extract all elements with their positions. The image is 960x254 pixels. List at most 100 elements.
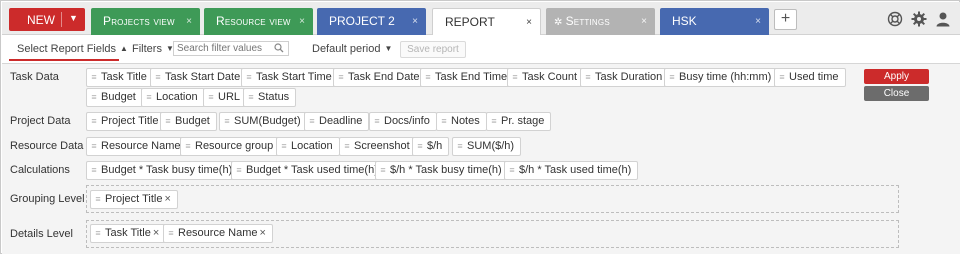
drag-handle-icon[interactable]: ≡ bbox=[413, 138, 427, 155]
tab-project-2[interactable]: PROJECT 2 × bbox=[317, 8, 426, 35]
apply-button[interactable]: Apply bbox=[864, 69, 929, 84]
drag-handle-icon[interactable]: ≡ bbox=[508, 69, 522, 86]
drag-handle-icon[interactable]: ≡ bbox=[87, 89, 101, 106]
details-chip[interactable]: ≡ Resource Name × bbox=[163, 224, 273, 243]
drag-handle-icon[interactable]: ≡ bbox=[487, 113, 501, 130]
drag-handle-icon[interactable]: ≡ bbox=[151, 69, 165, 86]
close-icon[interactable]: × bbox=[186, 16, 192, 27]
field-label: Busy time (hh:mm) bbox=[679, 71, 772, 83]
field-label: $/h * Task used time(h) bbox=[519, 164, 632, 176]
close-icon[interactable]: × bbox=[755, 16, 761, 27]
drag-handle-icon[interactable]: ≡ bbox=[91, 225, 105, 242]
close-icon[interactable]: × bbox=[412, 16, 418, 27]
field-chip[interactable]: ≡ Budget bbox=[160, 112, 217, 131]
field-chip[interactable]: ≡ Deadline bbox=[304, 112, 370, 131]
field-chip[interactable]: ≡ Busy time (hh:mm) bbox=[664, 68, 779, 87]
tab-projects-view[interactable]: Projects view × bbox=[91, 8, 200, 35]
grouping-chip[interactable]: ≡ Project Title × bbox=[90, 190, 178, 209]
close-button[interactable]: Close bbox=[864, 86, 929, 101]
drag-handle-icon[interactable]: ≡ bbox=[453, 138, 467, 155]
add-tab-button[interactable]: + bbox=[774, 9, 797, 30]
drag-handle-icon[interactable]: ≡ bbox=[775, 69, 789, 86]
caret-down-icon[interactable]: ▼ bbox=[69, 13, 78, 23]
grouping-level-dropzone[interactable] bbox=[86, 185, 899, 213]
drag-handle-icon[interactable]: ≡ bbox=[421, 69, 435, 86]
field-label: Pr. stage bbox=[501, 115, 545, 127]
field-chip[interactable]: ≡ SUM($/h) bbox=[452, 137, 522, 156]
drag-handle-icon[interactable]: ≡ bbox=[181, 138, 195, 155]
help-lifebuoy-icon[interactable] bbox=[887, 11, 903, 27]
drag-handle-icon[interactable]: ≡ bbox=[164, 225, 178, 242]
drag-handle-icon[interactable]: ≡ bbox=[87, 69, 101, 86]
field-chip[interactable]: ≡ Docs/info bbox=[369, 112, 437, 131]
drag-handle-icon[interactable]: ≡ bbox=[376, 162, 390, 179]
remove-icon[interactable]: × bbox=[259, 227, 265, 239]
field-chip[interactable]: ≡ Resource group bbox=[180, 137, 281, 156]
field-chip[interactable]: ≡ Budget * Task busy time(h) bbox=[86, 161, 240, 180]
close-icon[interactable]: × bbox=[641, 16, 647, 27]
field-chip[interactable]: ≡ Resource Name bbox=[86, 137, 188, 156]
new-button[interactable]: NEW ▼ bbox=[9, 8, 85, 31]
filters-menu[interactable]: Filters ▼ bbox=[132, 43, 174, 55]
field-chip[interactable]: ≡ $/h * Task busy time(h) bbox=[375, 161, 509, 180]
field-chip[interactable]: ≡ $/h bbox=[412, 137, 450, 156]
user-icon[interactable] bbox=[935, 11, 951, 27]
field-chip[interactable]: ≡ Task End Date bbox=[333, 68, 427, 87]
drag-handle-icon[interactable]: ≡ bbox=[244, 89, 258, 106]
drag-handle-icon[interactable]: ≡ bbox=[87, 162, 101, 179]
field-chip[interactable]: ≡ Notes bbox=[436, 112, 487, 131]
drag-handle-icon[interactable]: ≡ bbox=[334, 69, 348, 86]
field-chip[interactable]: ≡ Project Title bbox=[86, 112, 166, 131]
field-chip[interactable]: ≡ $/h * Task used time(h) bbox=[504, 161, 639, 180]
field-chip[interactable]: ≡ Budget * Task used time(h) bbox=[231, 161, 385, 180]
gear-icon[interactable] bbox=[911, 11, 927, 27]
field-chip[interactable]: ≡ Task Count bbox=[507, 68, 585, 87]
field-chip[interactable]: ≡ Budget bbox=[86, 88, 143, 107]
drag-handle-icon[interactable]: ≡ bbox=[87, 113, 101, 130]
drag-handle-icon[interactable]: ≡ bbox=[505, 162, 519, 179]
filter-search-field[interactable] bbox=[173, 41, 289, 56]
select-report-fields-menu[interactable]: Select Report Fields ▲ bbox=[17, 43, 128, 55]
field-chip[interactable]: ≡ Task End Time bbox=[420, 68, 515, 87]
field-chip[interactable]: ≡ Task Duration bbox=[580, 68, 670, 87]
field-chip[interactable]: ≡ Used time bbox=[774, 68, 846, 87]
remove-icon[interactable]: × bbox=[164, 193, 170, 205]
remove-icon[interactable]: × bbox=[153, 227, 159, 239]
filter-search-input[interactable] bbox=[174, 42, 270, 55]
tab-bar: NEW ▼ Projects view × Resource view × PR… bbox=[2, 2, 960, 36]
field-chip[interactable]: ≡ Task Start Time bbox=[241, 68, 339, 87]
tab-hsk[interactable]: HSK × bbox=[660, 8, 769, 35]
drag-handle-icon[interactable]: ≡ bbox=[87, 138, 101, 155]
field-chip[interactable]: ≡ URL bbox=[203, 88, 248, 107]
field-chip[interactable]: ≡ Location bbox=[141, 88, 205, 107]
drag-handle-icon[interactable]: ≡ bbox=[204, 89, 218, 106]
field-chip[interactable]: ≡ Pr. stage bbox=[486, 112, 552, 131]
default-period-menu[interactable]: Default period ▼ bbox=[312, 43, 392, 55]
drag-handle-icon[interactable]: ≡ bbox=[242, 69, 256, 86]
drag-handle-icon[interactable]: ≡ bbox=[232, 162, 246, 179]
field-chip[interactable]: ≡ Status bbox=[243, 88, 297, 107]
close-icon[interactable]: × bbox=[526, 17, 532, 28]
save-report-button[interactable]: Save report bbox=[400, 41, 466, 58]
field-chip[interactable]: ≡ Screenshot bbox=[339, 137, 417, 156]
field-chip[interactable]: ≡ Task Start Date bbox=[150, 68, 248, 87]
drag-handle-icon[interactable]: ≡ bbox=[340, 138, 354, 155]
drag-handle-icon[interactable]: ≡ bbox=[142, 89, 156, 106]
field-chip[interactable]: ≡ SUM(Budget) bbox=[219, 112, 308, 131]
drag-handle-icon[interactable]: ≡ bbox=[91, 191, 105, 208]
drag-handle-icon[interactable]: ≡ bbox=[277, 138, 291, 155]
drag-handle-icon[interactable]: ≡ bbox=[370, 113, 384, 130]
field-chip[interactable]: ≡ Location bbox=[276, 137, 340, 156]
drag-handle-icon[interactable]: ≡ bbox=[220, 113, 234, 130]
details-chip[interactable]: ≡ Task Title × bbox=[90, 224, 167, 243]
drag-handle-icon[interactable]: ≡ bbox=[437, 113, 451, 130]
tab-settings[interactable]: ✲ Settings × bbox=[546, 8, 655, 35]
drag-handle-icon[interactable]: ≡ bbox=[581, 69, 595, 86]
tab-report[interactable]: REPORT × bbox=[432, 8, 541, 36]
drag-handle-icon[interactable]: ≡ bbox=[161, 113, 175, 130]
drag-handle-icon[interactable]: ≡ bbox=[305, 113, 319, 130]
close-icon[interactable]: × bbox=[299, 16, 305, 27]
field-chip[interactable]: ≡ Task Title bbox=[86, 68, 154, 87]
drag-handle-icon[interactable]: ≡ bbox=[665, 69, 679, 86]
tab-resource-view[interactable]: Resource view × bbox=[204, 8, 313, 35]
